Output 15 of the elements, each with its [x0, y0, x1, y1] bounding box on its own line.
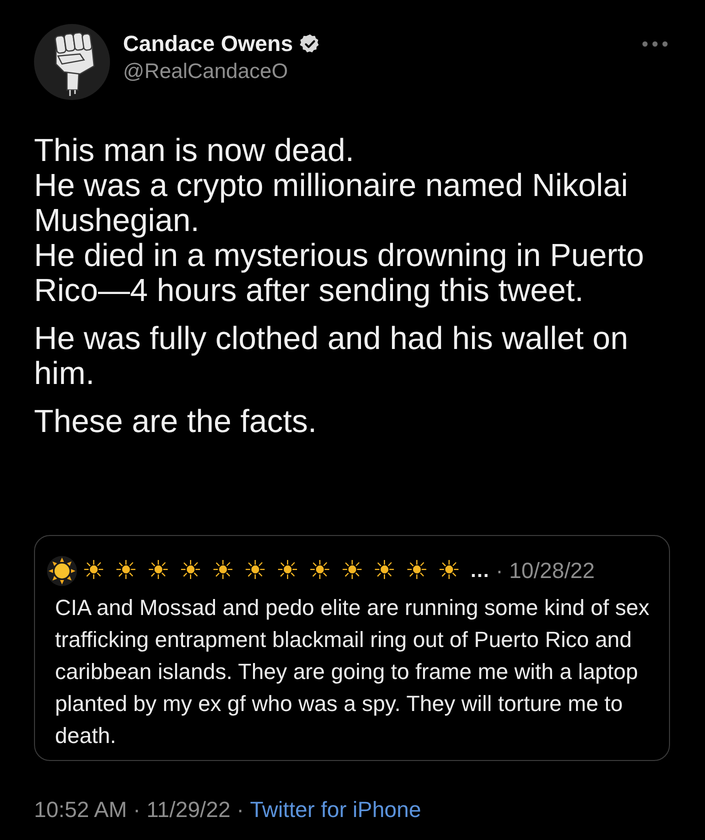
tweet-text: He was fully clothed and had his wallet on him. — [34, 321, 630, 391]
timestamp: 10:52 AM · 11/29/22 · — [34, 797, 244, 822]
source-link[interactable]: Twitter for iPhone — [250, 797, 422, 822]
fist-avatar-icon[interactable] — [34, 24, 110, 100]
tweet-text: This man is now dead. He was a crypto millionaire named Nikolai Mushegian. He died in a mysterious drowning in Puerto Rico—4 hours after sending this tweet. — [34, 133, 646, 308]
quoted-tweet-card[interactable] — [34, 535, 670, 761]
quoted-date: · 10/28/22 — [496, 558, 595, 584]
author-name[interactable]: Candace Owens — [123, 30, 293, 58]
sun-avatar-icon[interactable] — [47, 556, 77, 586]
author-handle[interactable]: @RealCandaceO — [123, 58, 321, 86]
quoted-tweet-text: CIA and Mossad and pedo elite are running some kind of sex trafficking entrapment blackmail ring out of Puerto Rico and caribbean islands. They are going to frame me with a laptop planted by my ex gf who was a spy. They will torture me to death. — [55, 594, 650, 750]
name-ellipsis: … — [470, 560, 490, 582]
quoted-author-name[interactable]: ☀☀☀☀☀☀☀☀☀☀☀☀ — [82, 556, 470, 586]
more-options-icon[interactable] — [642, 41, 668, 47]
tweet-text: These are the facts. — [34, 404, 318, 439]
